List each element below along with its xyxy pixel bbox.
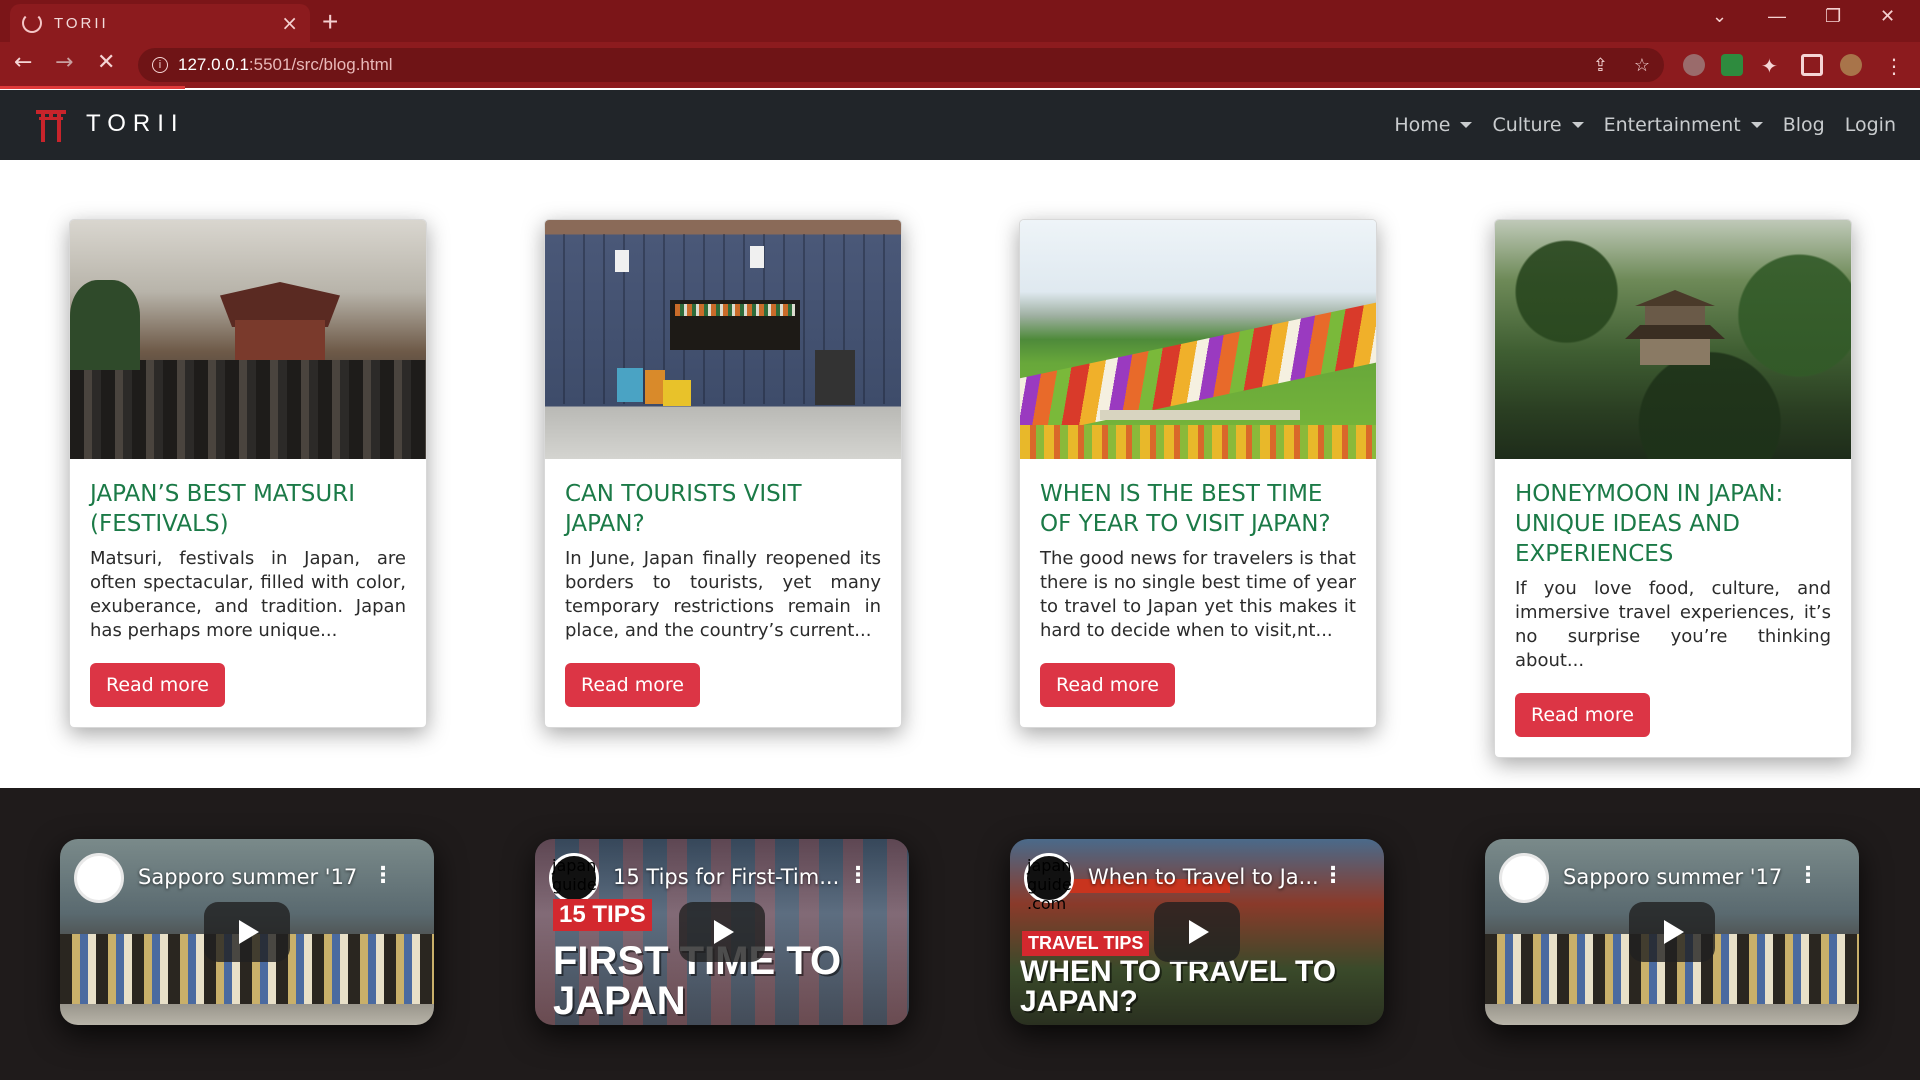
- extension-tree-icon[interactable]: [1721, 54, 1743, 76]
- nav-entertainment-label: Entertainment: [1603, 114, 1741, 136]
- tab-close-icon[interactable]: ×: [281, 11, 298, 35]
- temple-garden-image: [1495, 220, 1851, 459]
- nav-entertainment[interactable]: Entertainment: [1604, 114, 1763, 136]
- side-panel-icon[interactable]: [1801, 54, 1823, 76]
- channel-avatar: [1499, 853, 1549, 903]
- festival-crowd-image: [70, 220, 426, 459]
- flower-fields-image: [1020, 220, 1376, 459]
- browser-tab[interactable]: TORII ×: [10, 4, 310, 42]
- video-menu-icon[interactable]: ⋮: [1322, 863, 1344, 888]
- extension-icon[interactable]: [1683, 54, 1705, 76]
- site-info-icon[interactable]: i: [152, 57, 168, 73]
- street-shop-image: [545, 220, 901, 459]
- stop-loading-icon[interactable]: ✕: [97, 50, 115, 75]
- tab-title: TORII: [54, 14, 109, 32]
- channel-avatar: japan guide .com: [549, 853, 599, 913]
- video-embed[interactable]: Sapporo summer '17 ⋮: [1485, 839, 1859, 1025]
- video-title[interactable]: Sapporo summer '17: [138, 865, 357, 889]
- card-text: In June, Japan finally reopened its bord…: [565, 548, 881, 641]
- torii-gate-logo-icon: [36, 110, 66, 142]
- blog-card: HONEYMOON IN JAPAN: UNIQUE IDEAS AND EXP…: [1494, 219, 1852, 758]
- nav-blog[interactable]: Blog: [1783, 114, 1825, 136]
- bookmark-star-icon[interactable]: ☆: [1634, 55, 1650, 76]
- card-title[interactable]: CAN TOURISTS VISIT JAPAN?: [565, 479, 881, 539]
- video-menu-icon[interactable]: ⋮: [1797, 863, 1819, 888]
- page-load-progress: [0, 86, 185, 89]
- blog-card: CAN TOURISTS VISIT JAPAN? In June, Japan…: [544, 219, 902, 728]
- extensions-puzzle-icon[interactable]: ✦: [1761, 54, 1783, 78]
- blog-card: JAPAN’S BEST MATSURI (FESTIVALS) Matsuri…: [69, 219, 427, 728]
- nav-culture[interactable]: Culture: [1492, 114, 1584, 136]
- nav-home[interactable]: Home: [1394, 114, 1473, 136]
- video-title[interactable]: 15 Tips for First-Tim...: [613, 865, 839, 889]
- video-title[interactable]: Sapporo summer '17: [1563, 865, 1782, 889]
- channel-avatar: [74, 853, 124, 903]
- channel-avatar: japan guide .com: [1024, 853, 1074, 913]
- url-input[interactable]: i 127.0.0.1:5501/src/blog.html ⇪ ☆: [138, 48, 1664, 82]
- card-title[interactable]: WHEN IS THE BEST TIME OF YEAR TO VISIT J…: [1040, 479, 1356, 539]
- url-path: :5501/src/blog.html: [248, 55, 393, 74]
- play-button-icon[interactable]: [204, 902, 290, 962]
- caret-down-icon: [1571, 122, 1584, 128]
- nav-login[interactable]: Login: [1845, 114, 1896, 136]
- caret-down-icon: [1750, 122, 1763, 128]
- share-icon[interactable]: ⇪: [1593, 55, 1608, 76]
- video-overlay-headline: WHEN TO TRAVEL TO JAPAN?: [1020, 955, 1337, 1018]
- video-overlay-badge: TRAVEL TIPS: [1022, 931, 1150, 956]
- play-button-icon[interactable]: [679, 902, 765, 962]
- read-more-button[interactable]: Read more: [565, 663, 700, 707]
- caret-down-icon: [1460, 122, 1473, 128]
- video-title[interactable]: When to Travel to Ja...: [1088, 865, 1319, 889]
- blog-card: WHEN IS THE BEST TIME OF YEAR TO VISIT J…: [1019, 219, 1377, 728]
- profile-avatar[interactable]: [1840, 54, 1862, 76]
- play-button-icon[interactable]: [1154, 902, 1240, 962]
- read-more-button[interactable]: Read more: [1515, 693, 1650, 737]
- play-button-icon[interactable]: [1629, 902, 1715, 962]
- browser-menu-icon[interactable]: ⋮: [1884, 54, 1906, 78]
- read-more-button[interactable]: Read more: [90, 663, 225, 707]
- nav-home-label: Home: [1394, 114, 1451, 136]
- main-menu: Home Culture Entertainment Blog Login: [1374, 90, 1896, 160]
- card-text: Matsuri, festivals in Japan, are often s…: [90, 548, 406, 641]
- forward-arrow-icon[interactable]: →: [55, 50, 73, 75]
- new-tab-button[interactable]: +: [322, 6, 338, 38]
- close-window-button[interactable]: ✕: [1880, 6, 1895, 27]
- card-text: If you love food, culture, and immersive…: [1515, 578, 1831, 671]
- video-embed[interactable]: japan guide .com 15 Tips for First-Tim..…: [535, 839, 909, 1025]
- video-menu-icon[interactable]: ⋮: [847, 863, 869, 888]
- read-more-button[interactable]: Read more: [1040, 663, 1175, 707]
- tab-search-chevron-icon[interactable]: ⌄: [1712, 6, 1727, 27]
- restore-button[interactable]: ❐: [1825, 6, 1841, 27]
- video-embed[interactable]: japan guide .com When to Travel to Ja...…: [1010, 839, 1384, 1025]
- video-embed[interactable]: Sapporo summer '17 ⋮: [60, 839, 434, 1025]
- card-title[interactable]: JAPAN’S BEST MATSURI (FESTIVALS): [90, 479, 406, 539]
- loading-spinner-icon: [22, 13, 42, 33]
- card-text: The good news for travelers is that ther…: [1040, 548, 1356, 641]
- card-title[interactable]: HONEYMOON IN JAPAN: UNIQUE IDEAS AND EXP…: [1515, 479, 1831, 569]
- brand-name[interactable]: TORII: [86, 110, 185, 138]
- minimize-button[interactable]: —: [1768, 6, 1786, 27]
- video-menu-icon[interactable]: ⋮: [372, 863, 394, 888]
- nav-culture-label: Culture: [1492, 114, 1562, 136]
- video-overlay-badge: 15 TIPS: [553, 899, 652, 931]
- url-host: 127.0.0.1: [178, 55, 249, 74]
- back-arrow-icon[interactable]: ←: [14, 50, 32, 75]
